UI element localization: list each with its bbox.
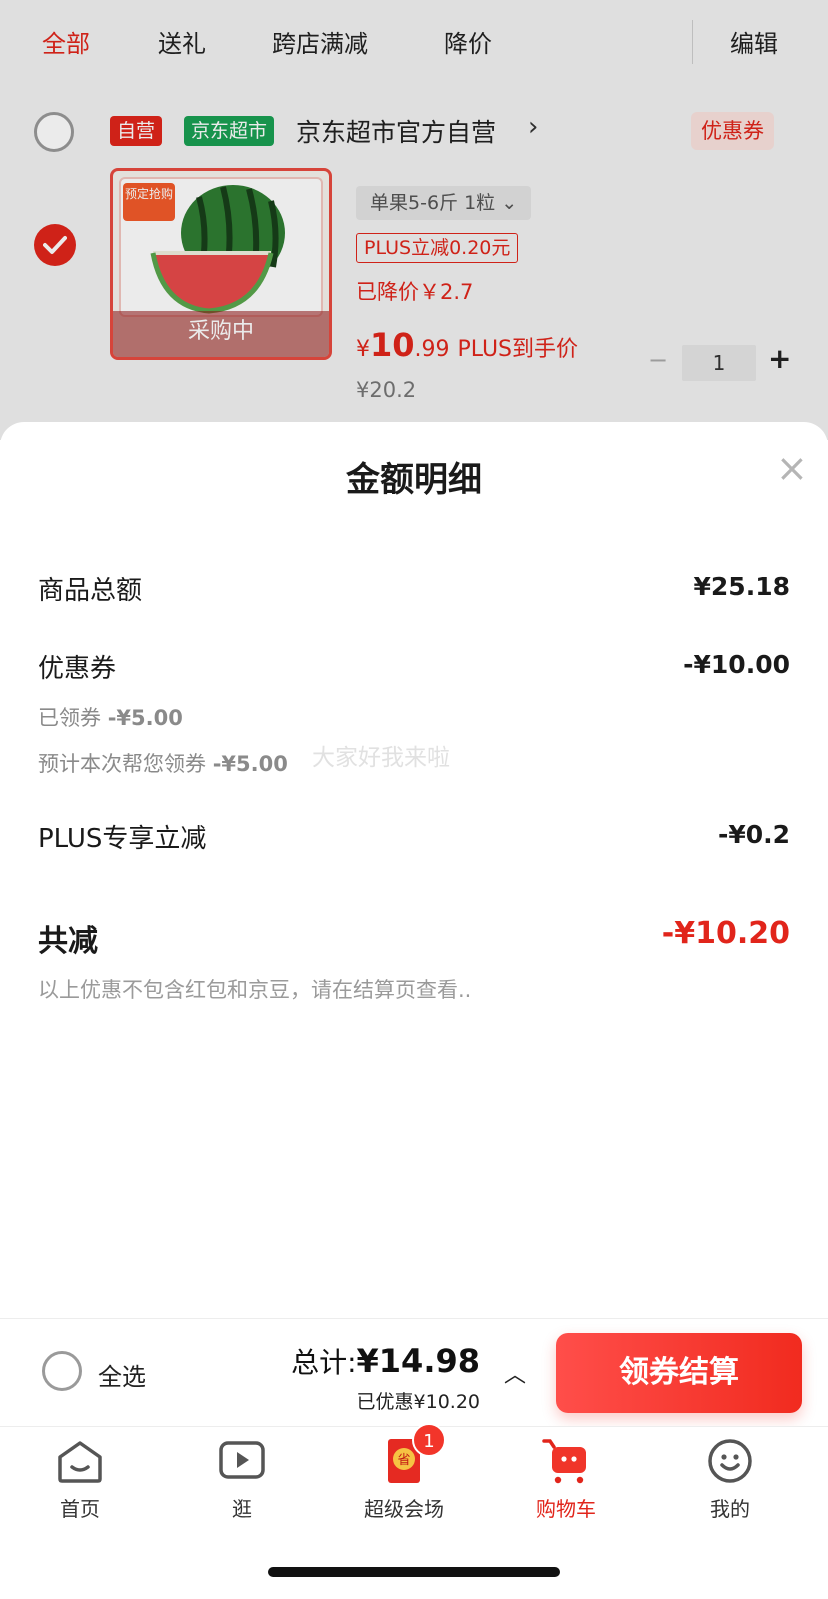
total-amount: ¥14.98 bbox=[356, 1342, 480, 1380]
goods-total-value: ¥25.18 bbox=[693, 572, 790, 601]
total-price: 总计:¥14.98 bbox=[291, 1341, 480, 1381]
tab-home[interactable]: 首页 bbox=[20, 1435, 140, 1522]
bottom-tab-bar: 首页 逛 省 1 超级会场 购物车 我的 bbox=[0, 1423, 828, 1599]
home-icon bbox=[54, 1435, 106, 1487]
tab-profile[interactable]: 我的 bbox=[670, 1435, 790, 1522]
chevron-up-icon[interactable]: ︿ bbox=[504, 1357, 526, 1389]
coupon-claimed-line: 已领券 -¥5.00 bbox=[38, 702, 183, 732]
coupon-label: 优惠券 bbox=[38, 654, 117, 684]
coupon-claimed-value: -¥5.00 bbox=[107, 706, 183, 730]
select-all-radio[interactable] bbox=[42, 1351, 82, 1391]
notification-badge: 1 bbox=[412, 1423, 446, 1457]
sheet-title: 金额明细 bbox=[346, 460, 482, 500]
modal-backdrop[interactable] bbox=[0, 0, 828, 440]
total-prefix: 总计: bbox=[291, 1346, 357, 1379]
home-indicator[interactable] bbox=[268, 1567, 560, 1577]
tab-home-label: 首页 bbox=[60, 1497, 100, 1521]
coupon-value: -¥10.00 bbox=[683, 650, 790, 679]
saved-amount: 已优惠¥10.20 bbox=[356, 1391, 480, 1413]
checkout-button[interactable]: 领券结算 bbox=[556, 1333, 802, 1413]
checkout-bar: 全选 总计:¥14.98 已优惠¥10.20 ︿ 领券结算 bbox=[0, 1318, 828, 1426]
coupon-claimed-label: 已领券 bbox=[38, 706, 101, 730]
coupon-estimated-value: -¥5.00 bbox=[212, 752, 288, 776]
tab-profile-label: 我的 bbox=[710, 1497, 750, 1521]
plus-discount-label: PLUS专享立减 bbox=[38, 824, 207, 854]
tab-cart-label: 购物车 bbox=[536, 1497, 596, 1521]
select-all-label[interactable]: 全选 bbox=[98, 1357, 146, 1392]
tab-explore[interactable]: 逛 bbox=[182, 1435, 302, 1522]
super-venue-icon: 省 1 bbox=[378, 1423, 446, 1487]
amount-detail-sheet: 金额明细 × 商品总额 ¥25.18 优惠券 -¥10.00 已领券 -¥5.0… bbox=[0, 422, 828, 1322]
coupon-estimated-line: 预计本次帮您领券 -¥5.00 bbox=[38, 748, 288, 778]
svg-text:省: 省 bbox=[397, 1453, 410, 1468]
cart-icon bbox=[540, 1435, 592, 1487]
discount-footnote: 以上优惠不包含红包和京豆，请在结算页查看.. bbox=[38, 978, 472, 1002]
close-icon[interactable]: × bbox=[776, 446, 808, 490]
watermark-text: 大家好我来啦 bbox=[312, 745, 450, 771]
tab-explore-label: 逛 bbox=[232, 1497, 252, 1521]
play-icon bbox=[216, 1435, 268, 1487]
coupon-estimated-label: 预计本次帮您领券 bbox=[38, 752, 206, 776]
goods-total-label: 商品总额 bbox=[38, 576, 143, 606]
plus-discount-value: -¥0.2 bbox=[717, 820, 790, 849]
total-discount-value: -¥10.20 bbox=[661, 916, 790, 951]
tab-super-venue[interactable]: 省 1 超级会场 bbox=[344, 1423, 464, 1522]
total-discount-label: 共减 bbox=[38, 924, 98, 959]
tab-cart[interactable]: 购物车 bbox=[506, 1435, 626, 1522]
profile-icon bbox=[704, 1435, 756, 1487]
tab-super-venue-label: 超级会场 bbox=[364, 1497, 444, 1521]
